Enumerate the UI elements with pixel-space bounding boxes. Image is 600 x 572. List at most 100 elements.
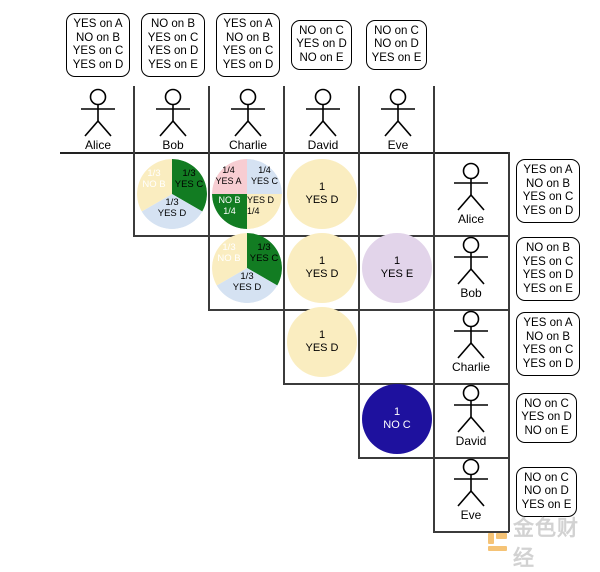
stick-figure-icon (454, 310, 488, 359)
circle-fraction: 1 (393, 255, 401, 267)
stick-figure-icon (454, 384, 488, 433)
cell-bob-alice[interactable]: 1/3 NO B 1/3 YES C 1/3 YES D (134, 153, 208, 235)
infobox-line: NO on C (374, 24, 419, 37)
circle-fraction: 1 (318, 329, 326, 341)
infobox-line: NO on B (75, 31, 121, 44)
watermark-logo-icon (487, 531, 509, 553)
cell-eve-bob[interactable]: 1 YES E (359, 227, 433, 309)
infobox-line: YES on A (73, 18, 123, 30)
infobox-line: NO on B (150, 18, 196, 30)
top-infobox-charlie: YES on A NO on B YES on C YES on D (216, 13, 280, 77)
infobox-line: YES on C (147, 31, 199, 44)
infobox-line: YES on D (522, 204, 574, 217)
stick-figure-icon (454, 162, 488, 211)
stick-figure-icon (454, 458, 488, 507)
infobox-line: YES on D (72, 58, 124, 71)
pie-chart (137, 159, 207, 229)
infobox-line: YES on D (521, 411, 572, 424)
infobox-line: YES on A (223, 18, 273, 30)
circle-label: YES E (380, 268, 414, 280)
stick-figure-icon (156, 88, 190, 137)
person-name: David (455, 434, 487, 448)
cell-david-bob[interactable]: 1 YES D (284, 227, 358, 309)
right-infobox-alice: YES on A NO on B YES on C YES on D (516, 159, 580, 223)
infobox-line: NO on B (525, 330, 571, 343)
cell-eve-david[interactable]: 1 NO C (359, 375, 433, 457)
infobox-line: NO on C (299, 24, 344, 37)
infobox-line: YES on D (222, 58, 274, 71)
column-header-alice: Alice (72, 88, 124, 152)
infobox-line: YES on D (522, 357, 574, 370)
right-infobox-charlie: YES on A NO on B YES on C YES on D (516, 312, 580, 376)
pie-chart (212, 159, 282, 229)
infobox-line: NO on C (524, 471, 569, 484)
grid-vline (283, 86, 285, 152)
circle-fraction: 1 (393, 406, 401, 418)
infobox-line: YES on D (522, 269, 574, 281)
circle-label: NO C (383, 419, 411, 431)
pie-chart (212, 233, 282, 303)
infobox-line: YES on D (147, 45, 199, 57)
full-circle: 1 YES D (287, 307, 357, 377)
infobox-line: YES on E (523, 282, 573, 295)
grid-vline (433, 86, 435, 152)
stick-figure-icon (381, 88, 415, 137)
infobox-line: YES on A (523, 317, 573, 329)
top-infobox-eve: NO on C NO on D YES on E (366, 20, 427, 70)
infobox-line: NO on E (299, 51, 344, 64)
column-header-bob: Bob (147, 88, 199, 152)
cell-david-charlie[interactable]: 1 YES D (284, 301, 358, 383)
person-name: Bob (460, 286, 482, 300)
person-name: Eve (387, 138, 409, 152)
person-name: David (307, 138, 339, 152)
grid-vline (433, 152, 435, 532)
right-infobox-eve: NO on C NO on D YES on E (516, 467, 577, 517)
infobox-line: YES on C (522, 255, 574, 268)
person-name: Bob (162, 138, 184, 152)
column-header-charlie: Charlie (222, 88, 274, 152)
row-header-alice: Alice (445, 162, 497, 226)
infobox-line: NO on B (525, 177, 571, 190)
person-name: Alice (84, 138, 111, 152)
cell-charlie-bob[interactable]: 1/3 NO B 1/3 YES C 1/3 YES D (209, 227, 283, 309)
infobox-line: YES on C (522, 344, 574, 356)
cell-david-alice[interactable]: 1 YES D (284, 153, 358, 235)
watermark-text: 金色财经 (513, 516, 579, 570)
grid-vline (358, 86, 360, 152)
circle-label: YES D (305, 342, 339, 354)
circle-label: YES D (305, 268, 339, 280)
infobox-line: NO on B (225, 31, 271, 44)
watermark: 金色财经 (487, 512, 600, 572)
right-infobox-bob: NO on B YES on C YES on D YES on E (516, 237, 580, 301)
infobox-line: YES on C (72, 45, 124, 57)
infobox-line: YES on E (148, 58, 198, 71)
infobox-line: NO on D (374, 38, 419, 51)
circle-label: YES D (305, 194, 339, 206)
row-header-charlie: Charlie (445, 310, 497, 374)
infobox-line: NO on E (524, 424, 569, 437)
full-circle: 1 NO C (362, 384, 432, 454)
row-header-david: David (445, 384, 497, 448)
infobox-line: YES on C (522, 191, 574, 203)
full-circle: 1 YES E (362, 233, 432, 303)
infobox-line: YES on D (296, 38, 347, 51)
circle-fraction: 1 (318, 255, 326, 267)
stick-figure-icon (306, 88, 340, 137)
stick-figure-icon (454, 236, 488, 285)
grid-vline (133, 86, 135, 152)
cell-charlie-alice[interactable]: 1/4 YES A 1/4 YES C YES D 1/4 NO B 1/4 (209, 153, 283, 235)
infobox-line: YES on E (521, 498, 572, 511)
column-header-eve: Eve (372, 88, 424, 152)
person-name: Alice (457, 212, 484, 226)
top-infobox-bob: NO on B YES on C YES on D YES on E (141, 13, 205, 77)
top-infobox-david: NO on C YES on D NO on E (291, 20, 352, 70)
column-header-david: David (297, 88, 349, 152)
top-infobox-alice: YES on A NO on B YES on C YES on D (66, 13, 130, 77)
circle-fraction: 1 (318, 181, 326, 193)
grid-vline (508, 152, 510, 532)
right-infobox-david: NO on C YES on D NO on E (516, 393, 577, 443)
person-name: Charlie (451, 360, 490, 374)
infobox-line: NO on C (524, 397, 569, 410)
infobox-line: NO on B (525, 242, 571, 254)
grid-vline (208, 86, 210, 152)
